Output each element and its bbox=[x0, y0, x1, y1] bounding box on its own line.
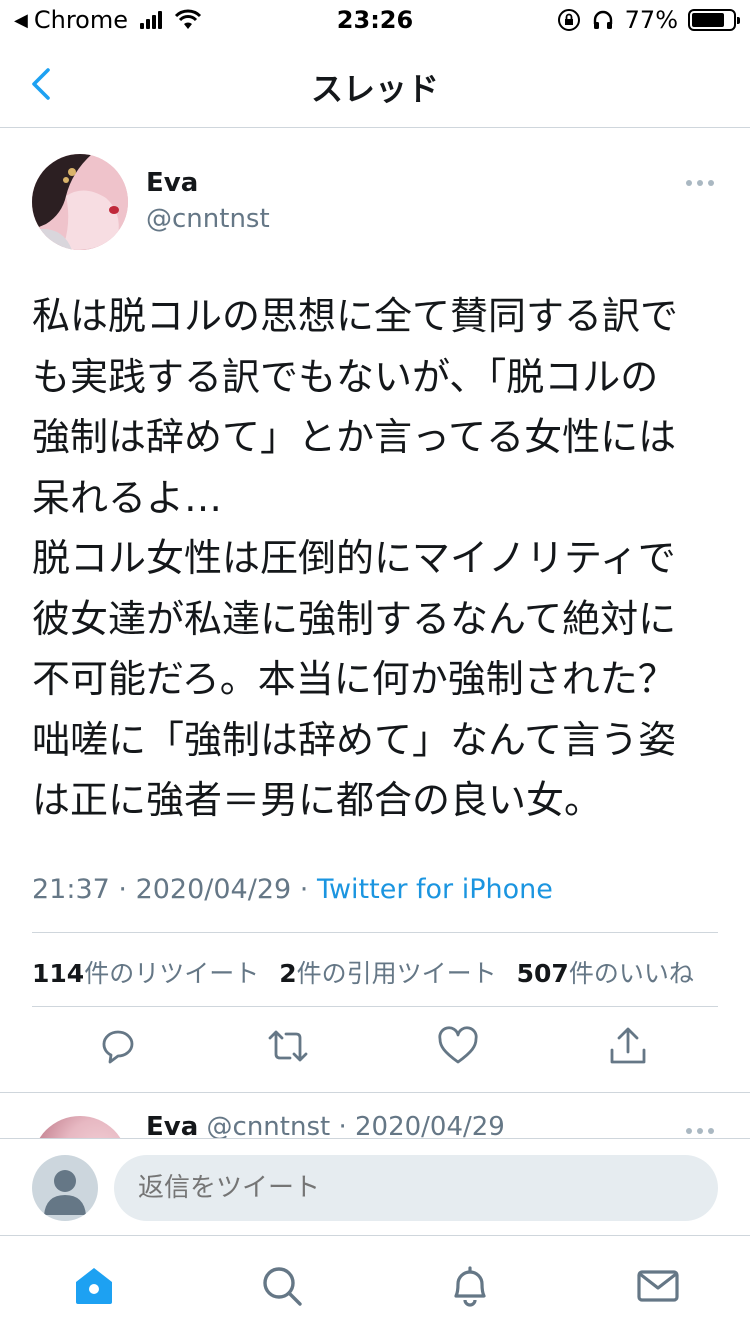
status-bar: ◀ Chrome 23:26 77% bbox=[0, 0, 750, 42]
author-name[interactable]: Eva bbox=[146, 1112, 198, 1138]
retweets-count: 114 bbox=[32, 959, 85, 988]
tweet-time: 21:37 bbox=[32, 874, 110, 905]
battery-icon bbox=[688, 9, 740, 31]
likes-label: 件のいいね bbox=[568, 959, 694, 988]
share-icon[interactable] bbox=[606, 1024, 650, 1068]
notifications-icon[interactable] bbox=[446, 1262, 494, 1310]
avatar[interactable] bbox=[32, 1116, 128, 1138]
orientation-lock-icon bbox=[557, 9, 580, 31]
retweets-label: 件のリツイート bbox=[84, 959, 260, 988]
author-handle[interactable]: @cnntnst bbox=[146, 204, 270, 234]
navigation-bar: スレッド bbox=[0, 42, 750, 128]
reply-input[interactable] bbox=[114, 1155, 718, 1221]
author-name[interactable]: Eva bbox=[146, 168, 198, 198]
messages-icon[interactable] bbox=[634, 1262, 682, 1310]
default-user-icon bbox=[44, 1170, 86, 1215]
likes-count: 507 bbox=[516, 959, 569, 988]
tweet-meta: 21:37 · 2020/04/29 · Twitter for iPhone bbox=[32, 874, 553, 905]
tweet-date: 2020/04/29 bbox=[135, 874, 292, 905]
reply-bar bbox=[0, 1138, 750, 1236]
retweets-stat[interactable]: 114件のリツイート bbox=[32, 954, 259, 990]
more-options-icon[interactable] bbox=[686, 1128, 714, 1134]
reply-tweet-meta: @cnntnst · 2020/04/29 bbox=[198, 1112, 505, 1138]
likes-stat[interactable]: 507件のいいね bbox=[517, 954, 694, 990]
user-avatar[interactable] bbox=[32, 1155, 98, 1221]
avatar-image bbox=[32, 154, 128, 250]
search-icon[interactable] bbox=[258, 1262, 306, 1310]
tweet-source-link[interactable]: Twitter for iPhone bbox=[317, 874, 553, 905]
more-options-icon[interactable] bbox=[686, 180, 714, 186]
tweet-stats: 114件のリツイート 2件の引用ツイート 507件のいいね bbox=[32, 954, 694, 990]
retweet-icon[interactable] bbox=[266, 1024, 310, 1068]
quotes-count: 2 bbox=[279, 959, 297, 988]
quotes-stat[interactable]: 2件の引用ツイート bbox=[279, 954, 496, 990]
like-icon[interactable] bbox=[436, 1024, 480, 1068]
tab-bar bbox=[0, 1236, 750, 1334]
meta-separator: · bbox=[109, 874, 136, 905]
tweet-actions bbox=[0, 1024, 750, 1076]
quotes-label: 件の引用ツイート bbox=[296, 959, 497, 988]
divider bbox=[32, 1006, 718, 1007]
app-root: ◀ Chrome 23:26 77% スレッド Eva @cnntnst 私は脱… bbox=[0, 0, 750, 1334]
reply-tweet-header: Eva @cnntnst · 2020/04/29 bbox=[146, 1112, 505, 1138]
meta-separator: · bbox=[291, 874, 317, 905]
divider bbox=[0, 1092, 750, 1093]
reply-icon[interactable] bbox=[96, 1024, 140, 1068]
headphones-icon bbox=[593, 10, 612, 29]
battery-percent: 77% bbox=[624, 6, 678, 34]
tweet-text: 私は脱コルの思想に全て賛同する訳で も実践する訳でもないが、「脱コルの 強制は辞… bbox=[32, 294, 679, 822]
status-right: 77% bbox=[557, 6, 740, 34]
divider bbox=[32, 932, 718, 933]
avatar[interactable] bbox=[32, 154, 128, 250]
reply-tweet-preview[interactable]: Eva @cnntnst · 2020/04/29 bbox=[0, 1094, 750, 1138]
home-icon[interactable] bbox=[70, 1262, 118, 1310]
page-title: スレッド bbox=[310, 70, 439, 108]
